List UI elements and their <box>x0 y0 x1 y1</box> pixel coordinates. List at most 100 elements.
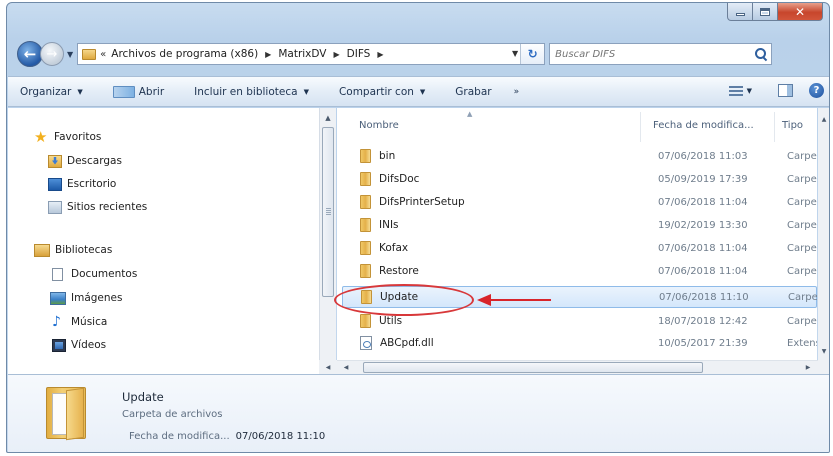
breadcrumb-overflow[interactable]: « <box>100 49 106 60</box>
view-dropdown-icon[interactable]: ▼ <box>747 87 752 95</box>
address-bar[interactable]: « Archivos de programa (x86) ▶ MatrixDV … <box>77 43 546 65</box>
desktop-icon <box>48 177 62 191</box>
nav-recent-label: Sitios recientes <box>67 201 148 213</box>
nav-favorites[interactable]: ★ Favoritos <box>34 126 101 148</box>
navigation-pane: ★ Favoritos Descargas Escritorio Sitios … <box>8 108 320 374</box>
column-date[interactable]: Fecha de modifica... <box>653 120 754 131</box>
breadcrumb-separator-icon[interactable]: ▶ <box>333 50 339 59</box>
preview-pane-icon[interactable] <box>778 84 793 97</box>
nav-scroll-thumb[interactable] <box>322 127 334 297</box>
file-row[interactable]: ABCpdf.dll 10/05/2017 21:39 Extens <box>342 332 817 354</box>
search-box[interactable] <box>549 43 773 65</box>
horizontal-scroll-thumb[interactable] <box>363 362 703 373</box>
column-type[interactable]: Tipo <box>782 120 803 131</box>
close-button[interactable]: ✕ <box>778 3 823 21</box>
file-row[interactable]: Kofax 07/06/2018 11:04 Carpet <box>342 237 817 259</box>
search-input[interactable] <box>555 48 736 60</box>
nav-desktop[interactable]: Escritorio <box>48 173 116 195</box>
recent-places-icon <box>48 200 62 214</box>
file-name: DifsPrinterSetup <box>379 196 465 208</box>
nav-documents[interactable]: Documentos <box>52 263 137 285</box>
content-vertical-scrollbar[interactable]: ▲ ▼ <box>818 108 829 374</box>
search-icon[interactable] <box>755 48 767 60</box>
help-icon[interactable]: ? <box>809 83 824 98</box>
file-date: 19/02/2019 13:30 <box>658 219 748 231</box>
column-name[interactable]: Nombre <box>359 120 399 131</box>
more-commands-button[interactable]: » <box>514 87 520 97</box>
nav-videos[interactable]: Vídeos <box>52 334 106 356</box>
history-dropdown-icon[interactable]: ▼ <box>67 50 73 59</box>
nav-documents-label: Documentos <box>71 268 138 280</box>
videos-icon <box>52 338 66 352</box>
file-type: Carpet <box>787 265 817 277</box>
large-folder-icon <box>46 387 86 441</box>
file-row[interactable]: bin 07/06/2018 11:03 Carpet <box>342 145 817 167</box>
file-date: 18/07/2018 12:42 <box>658 315 748 327</box>
nav-images[interactable]: Imágenes <box>50 287 122 309</box>
address-dropdown-icon[interactable]: ▼ <box>512 49 518 58</box>
images-icon <box>50 291 66 305</box>
file-row[interactable]: DifsDoc 05/09/2019 17:39 Carpet <box>342 168 817 190</box>
refresh-icon: ↻ <box>527 47 538 61</box>
breadcrumb-separator-icon[interactable]: ▶ <box>265 50 271 59</box>
scroll-left-icon[interactable]: ◀ <box>339 361 353 374</box>
nav-music-label: Música <box>71 316 108 328</box>
nav-recent[interactable]: Sitios recientes <box>48 196 147 218</box>
organize-label: Organizar <box>20 85 72 98</box>
nav-downloads[interactable]: Descargas <box>48 150 122 172</box>
organize-button[interactable]: Organizar ▼ <box>20 86 83 98</box>
column-divider[interactable] <box>640 112 641 142</box>
nav-scroll-left-icon[interactable]: ◀ <box>319 360 337 374</box>
maximize-button[interactable] <box>753 3 778 21</box>
folder-icon <box>360 172 371 186</box>
minimize-icon <box>735 13 745 16</box>
close-icon: ✕ <box>794 4 806 19</box>
content-horizontal-scrollbar[interactable]: ◀ ▶ <box>337 360 818 374</box>
forward-button[interactable]: → <box>40 42 64 66</box>
file-name: DifsDoc <box>379 173 420 185</box>
scroll-up-icon[interactable]: ▲ <box>818 112 829 126</box>
view-options-icon[interactable] <box>728 85 743 96</box>
file-row[interactable]: DifsPrinterSetup 07/06/2018 11:04 Carpet <box>342 191 817 213</box>
file-row-selected[interactable]: Update 07/06/2018 11:10 Carpet <box>342 286 817 308</box>
scroll-right-icon[interactable]: ▶ <box>801 361 815 374</box>
nav-downloads-label: Descargas <box>67 155 122 167</box>
file-row[interactable]: INIs 19/02/2019 13:30 Carpet <box>342 214 817 236</box>
breadcrumb-difs[interactable]: DIFS <box>347 48 371 60</box>
burn-label: Grabar <box>455 85 492 98</box>
file-row[interactable]: Utils 18/07/2018 12:42 Carpet <box>342 310 817 332</box>
details-type: Carpeta de archivos <box>122 409 223 420</box>
sort-ascending-icon: ▲ <box>467 110 473 118</box>
music-icon: ♪ <box>52 313 61 330</box>
include-library-button[interactable]: Incluir en biblioteca ▼ <box>194 86 309 98</box>
open-button[interactable]: Abrir <box>112 85 164 98</box>
scroll-down-icon[interactable]: ▼ <box>818 344 829 358</box>
scroll-up-icon[interactable]: ▲ <box>320 110 336 126</box>
nav-vertical-scrollbar[interactable]: ▲ <box>319 108 336 374</box>
nav-libraries[interactable]: Bibliotecas <box>34 239 112 261</box>
open-icon <box>112 85 135 98</box>
nav-music[interactable]: ♪ Música <box>52 311 107 333</box>
file-date: 05/09/2019 17:39 <box>658 173 748 185</box>
libraries-icon <box>34 243 50 257</box>
file-row[interactable]: Restore 07/06/2018 11:04 Carpet <box>342 260 817 282</box>
nav-favorites-label: Favoritos <box>54 131 102 143</box>
details-date: Fecha de modifica... 07/06/2018 11:10 <box>129 431 325 442</box>
file-date: 07/06/2018 11:10 <box>659 291 749 303</box>
breadcrumb-program-files[interactable]: Archivos de programa (x86) <box>111 48 258 60</box>
chevron-down-icon: ▼ <box>303 87 309 96</box>
file-type: Carpet <box>787 150 817 162</box>
breadcrumb-matrixdv[interactable]: MatrixDV <box>278 48 326 60</box>
column-divider[interactable] <box>774 112 775 142</box>
file-type: Carpet <box>787 173 817 185</box>
folder-icon <box>361 290 372 304</box>
file-name: bin <box>379 150 396 162</box>
downloads-icon <box>48 154 62 168</box>
refresh-button[interactable]: ↻ <box>520 44 545 64</box>
burn-button[interactable]: Grabar <box>455 86 491 98</box>
share-button[interactable]: Compartir con ▼ <box>339 86 425 98</box>
file-type: Extens <box>787 337 817 349</box>
breadcrumb-separator-icon[interactable]: ▶ <box>377 50 383 59</box>
minimize-button[interactable] <box>727 3 753 21</box>
nav-libraries-label: Bibliotecas <box>55 244 113 256</box>
